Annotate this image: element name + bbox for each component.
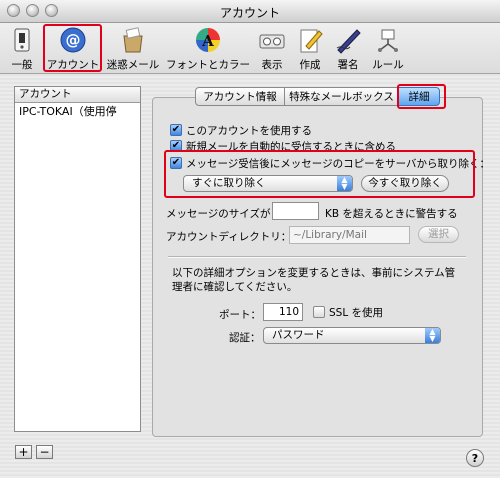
general-switch-icon	[14, 28, 30, 52]
size-warning-input[interactable]	[272, 202, 319, 220]
tab-special-mailboxes[interactable]: 特殊なメールボックス	[284, 87, 399, 106]
window-title: アカウント	[219, 6, 280, 20]
toolbar-junk-mail[interactable]: 迷惑メール	[104, 23, 162, 73]
admin-note: 以下の詳細オプションを変更するときは、事前にシステム管理者に確認してください。	[172, 267, 456, 293]
toolbar-rules[interactable]: ルール	[368, 23, 408, 73]
toolbar-junk-mail-label: 迷惑メール	[106, 59, 160, 71]
account-list-item[interactable]: IPC-TOKAI（使用停	[15, 103, 140, 121]
toolbar-fonts-colors-label: フォントとカラー	[166, 59, 250, 71]
junk-mail-bin-icon	[123, 27, 143, 53]
popup-arrows-icon: ▲ ▼	[425, 328, 440, 343]
highlight-remove-copy-section	[164, 150, 475, 198]
toolbar-general[interactable]: 一般	[2, 23, 42, 73]
toolbar-signatures-label: 署名	[337, 59, 359, 71]
help-button[interactable]: ?	[466, 449, 484, 467]
tab-account-info[interactable]: アカウント情報	[195, 87, 285, 106]
add-account-button[interactable]: +	[15, 445, 32, 459]
title-bar: アカウント	[0, 0, 500, 23]
account-list-header: アカウント	[15, 87, 140, 103]
toolbar-composing[interactable]: 作成	[292, 23, 328, 73]
size-warning-prefix: メッセージのサイズが	[166, 208, 271, 220]
choose-directory-button[interactable]: 選択	[418, 226, 459, 243]
account-directory-field: ~/Library/Mail	[289, 226, 410, 244]
highlight-accounts-toolbar	[43, 24, 102, 72]
highlight-advanced-tab	[397, 84, 446, 109]
toolbar-rules-label: ルール	[372, 59, 404, 71]
enable-account-label: このアカウントを使用する	[186, 125, 312, 137]
use-ssl-checkbox[interactable]	[313, 306, 325, 318]
account-list[interactable]: アカウント IPC-TOKAI（使用停	[14, 86, 141, 432]
toolbar-fonts-colors[interactable]: A フォントとカラー	[164, 23, 252, 73]
authentication-popup[interactable]: パスワード ▲ ▼	[263, 327, 441, 344]
enable-account-checkbox[interactable]: ✔	[170, 124, 182, 136]
font-color-icon: A	[196, 28, 220, 52]
preferences-toolbar: 一般 @ アカウント 迷惑メール A フォントとカラー 表示 作成 署名 ルール	[0, 23, 500, 74]
separator	[168, 256, 466, 258]
mail-preferences-window: アカウント 一般 @ アカウント 迷惑メール A フォントとカラー 表示 作成 …	[0, 0, 500, 478]
toolbar-composing-label: 作成	[299, 59, 321, 71]
rules-arrows-icon	[378, 29, 398, 52]
svg-text:A: A	[201, 32, 214, 50]
toolbar-general-label: 一般	[11, 59, 33, 71]
compose-pencil-icon	[300, 29, 323, 53]
toolbar-viewing[interactable]: 表示	[254, 23, 290, 73]
authentication-value: パスワード	[272, 329, 325, 341]
authentication-label: 認証：	[229, 332, 261, 344]
remove-account-button[interactable]: −	[36, 445, 53, 459]
port-label: ポート：	[219, 309, 261, 321]
port-input[interactable]: 110	[263, 303, 303, 321]
account-directory-label: アカウントディレクトリ：	[166, 231, 292, 243]
signature-pen-icon	[336, 29, 361, 54]
size-warning-suffix: KB を超えるときに警告する	[325, 208, 458, 220]
toolbar-viewing-label: 表示	[261, 59, 283, 71]
use-ssl-label: SSL を使用	[329, 307, 384, 319]
viewing-icon	[259, 34, 285, 49]
toolbar-signatures[interactable]: 署名	[330, 23, 366, 73]
